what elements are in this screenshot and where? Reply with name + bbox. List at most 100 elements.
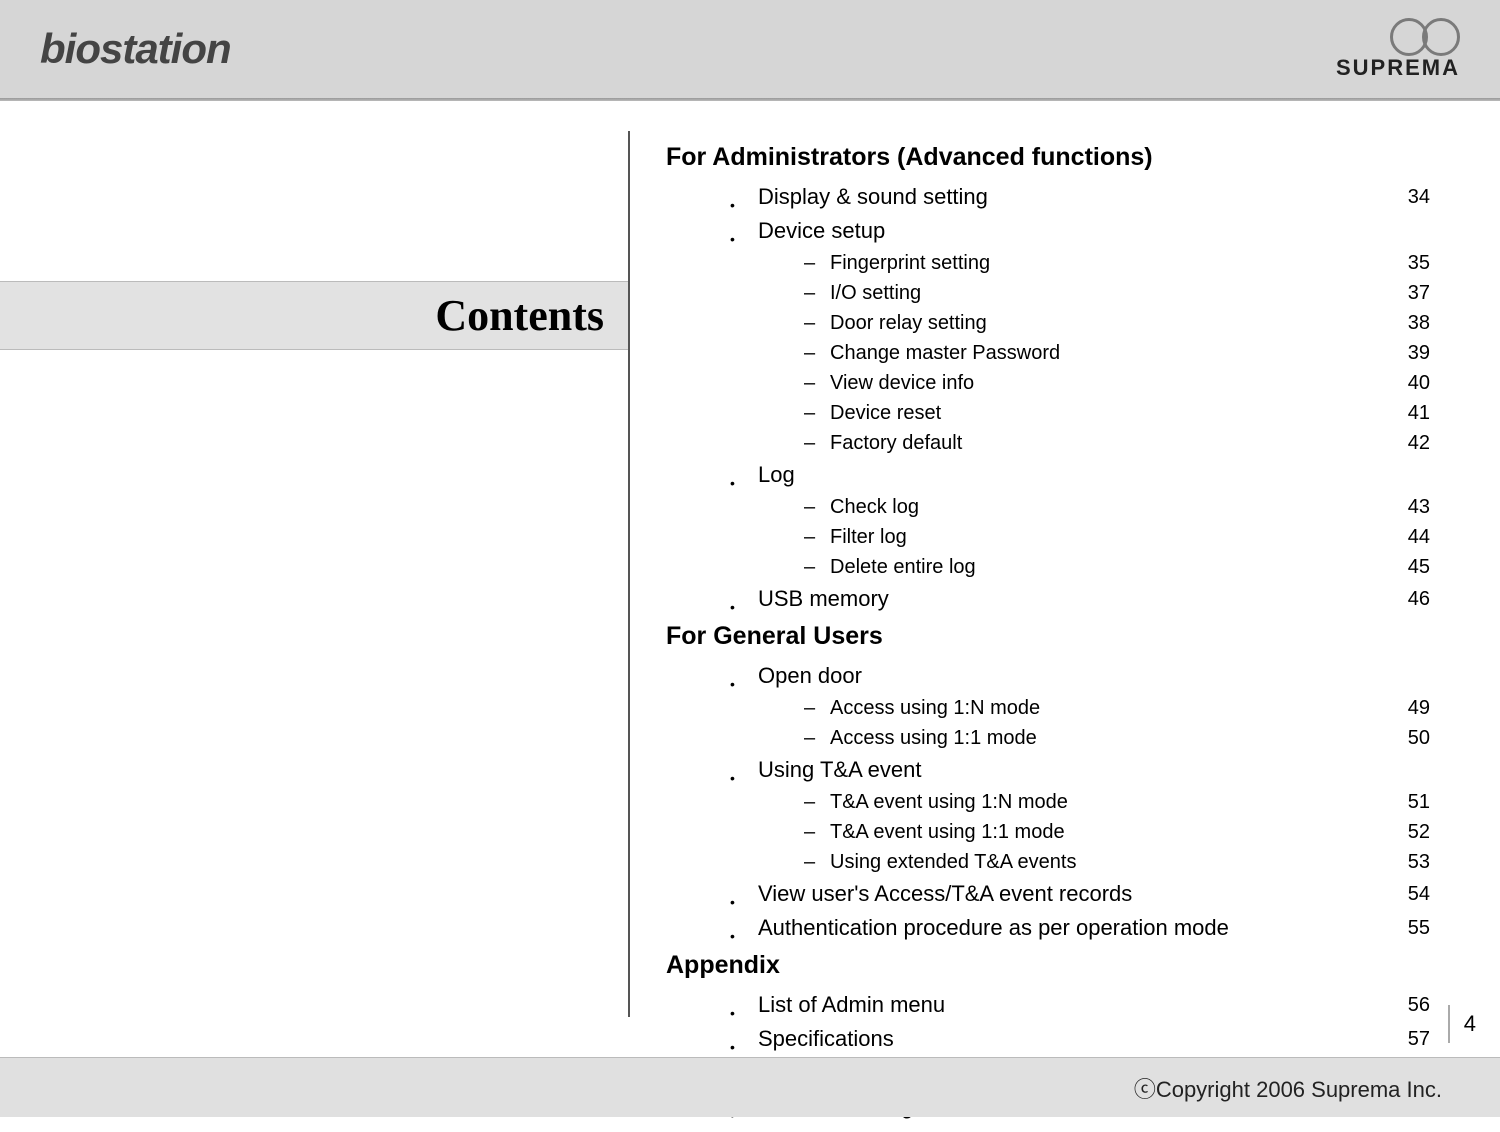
toc-list: Open door Access using 1:N mode 49 Access…	[758, 659, 1430, 945]
toc-sublist: Access using 1:N mode 49 Access using 1:1…	[830, 693, 1430, 753]
page-number: 4	[1464, 1011, 1476, 1036]
toc-item: View user's Access/T&A event records 54	[758, 877, 1430, 911]
toc-subitem-page: 41	[1408, 398, 1430, 428]
toc-subitem: Door relay setting 38	[830, 308, 1430, 338]
page-body: Contents For Administrators (Advanced fu…	[0, 101, 1500, 1047]
toc-subitem: Check log 43	[830, 492, 1430, 522]
toc-subitem: Factory default 42	[830, 428, 1430, 458]
toc-subitem: Device reset 41	[830, 398, 1430, 428]
toc-subitem-page: 44	[1408, 522, 1430, 552]
toc-subitem-page: 45	[1408, 552, 1430, 582]
toc-item: Display & sound setting 34	[758, 180, 1430, 214]
toc-section-title: Appendix	[666, 951, 1430, 980]
toc-item: Authentication procedure as per operatio…	[758, 911, 1430, 945]
toc-section-title: For Administrators (Advanced functions)	[666, 143, 1430, 172]
toc-item-label: View user's Access/T&A event records	[758, 877, 1132, 911]
toc-subitem-page: 37	[1408, 278, 1430, 308]
toc-subitem: Filter log 44	[830, 522, 1430, 552]
toc-subitem-page: 39	[1408, 338, 1430, 368]
toc-subitem: T&A event using 1:1 mode 52	[830, 817, 1430, 847]
toc-item: USB memory 46	[758, 582, 1430, 616]
toc-item: Log	[758, 458, 1430, 492]
toc-subitem-page: 35	[1408, 248, 1430, 278]
toc-subitem: View device info 40	[830, 368, 1430, 398]
toc-item-label: Open door	[758, 659, 862, 693]
toc-item-label: Display & sound setting	[758, 180, 988, 214]
toc-subitem: I/O setting 37	[830, 278, 1430, 308]
toc-subitem: Access using 1:1 mode 50	[830, 723, 1430, 753]
toc-subitem-label: Door relay setting	[830, 308, 987, 338]
toc-sublist-wrap: Check log 43 Filter log 44 Delete entire l…	[758, 492, 1430, 582]
toc-subitem-page: 53	[1408, 847, 1430, 877]
toc-subitem-label: Filter log	[830, 522, 907, 552]
toc-item-label: USB memory	[758, 582, 889, 616]
left-column: Contents	[0, 101, 628, 1047]
logo-biostation: biostation	[40, 25, 231, 73]
toc-sublist: T&A event using 1:N mode 51 T&A event usi…	[830, 787, 1430, 877]
toc-item-label: List of Admin menu	[758, 988, 945, 1022]
toc-item: List of Admin menu 56	[758, 988, 1430, 1022]
toc-subitem-label: T&A event using 1:N mode	[830, 787, 1068, 817]
toc-item-page: 55	[1408, 911, 1430, 945]
toc-subitem-label: View device info	[830, 368, 974, 398]
toc-item-page: 56	[1408, 988, 1430, 1022]
toc-list: Display & sound setting 34 Device setup …	[758, 180, 1430, 616]
toc-item-label: Specifications	[758, 1022, 894, 1056]
toc-subitem: Fingerprint setting 35	[830, 248, 1430, 278]
toc-subitem: Change master Password 39	[830, 338, 1430, 368]
page-footer: ⓒCopyright 2006 Suprema Inc.	[0, 1057, 1500, 1117]
toc-item-label: Device setup	[758, 214, 885, 248]
logo-suprema-text: SUPREMA	[1336, 55, 1460, 81]
toc-subitem-page: 42	[1408, 428, 1430, 458]
toc-subitem-label: Factory default	[830, 428, 962, 458]
toc-item-label: Using T&A event	[758, 753, 921, 787]
toc-subitem: Access using 1:N mode 49	[830, 693, 1430, 723]
toc-item: Device setup	[758, 214, 1430, 248]
logo-suprema: SUPREMA	[1336, 18, 1460, 81]
toc-subitem-label: Access using 1:N mode	[830, 693, 1040, 723]
toc-subitem-label: Change master Password	[830, 338, 1060, 368]
toc-item-page: 54	[1408, 877, 1430, 911]
toc-subitem-label: Delete entire log	[830, 552, 976, 582]
page-header: biostation SUPREMA	[0, 0, 1500, 98]
toc-item-label: Authentication procedure as per operatio…	[758, 911, 1229, 945]
vertical-divider	[628, 131, 630, 1017]
toc-subitem: T&A event using 1:N mode 51	[830, 787, 1430, 817]
toc-subitem: Using extended T&A events 53	[830, 847, 1430, 877]
toc-item-page: 46	[1408, 582, 1430, 616]
toc-sublist-wrap: T&A event using 1:N mode 51 T&A event usi…	[758, 787, 1430, 877]
toc-item: Specifications 57	[758, 1022, 1430, 1056]
toc-column: For Administrators (Advanced functions) …	[666, 101, 1500, 1047]
toc-subitem-page: 38	[1408, 308, 1430, 338]
copyright-text: ⓒCopyright 2006 Suprema Inc.	[1134, 1072, 1442, 1104]
toc-sublist-wrap: Access using 1:N mode 49 Access using 1:1…	[758, 693, 1430, 753]
toc-subitem-page: 49	[1408, 693, 1430, 723]
toc-subitem-label: Fingerprint setting	[830, 248, 990, 278]
document-page: biostation SUPREMA Contents For Administ…	[0, 0, 1500, 1117]
contents-title-box: Contents	[0, 281, 628, 350]
toc-subitem-label: Using extended T&A events	[830, 847, 1076, 877]
toc-subitem-label: T&A event using 1:1 mode	[830, 817, 1065, 847]
toc-item-page: 57	[1408, 1022, 1430, 1056]
toc-subitem-page: 50	[1408, 723, 1430, 753]
toc-section-title: For General Users	[666, 622, 1430, 651]
toc-item: Open door	[758, 659, 1430, 693]
toc-item-page: 34	[1408, 180, 1430, 214]
toc-sublist: Fingerprint setting 35 I/O setting 37 Door…	[830, 248, 1430, 458]
toc-subitem-label: Device reset	[830, 398, 941, 428]
toc-subitem-label: Access using 1:1 mode	[830, 723, 1037, 753]
contents-title: Contents	[435, 291, 604, 340]
toc-sublist: Check log 43 Filter log 44 Delete entire l…	[830, 492, 1430, 582]
toc-subitem-page: 52	[1408, 817, 1430, 847]
toc-item-label: Log	[758, 458, 795, 492]
toc-subitem-page: 40	[1408, 368, 1430, 398]
toc-subitem-page: 43	[1408, 492, 1430, 522]
toc-sublist-wrap: Fingerprint setting 35 I/O setting 37 Door…	[758, 248, 1430, 458]
toc-subitem-label: I/O setting	[830, 278, 921, 308]
toc-subitem-label: Check log	[830, 492, 919, 522]
toc-subitem: Delete entire log 45	[830, 552, 1430, 582]
logo-biostation-text: biostation	[40, 25, 231, 72]
toc-subitem-page: 51	[1408, 787, 1430, 817]
toc-item: Using T&A event	[758, 753, 1430, 787]
page-number-box: 4	[1448, 1005, 1476, 1043]
